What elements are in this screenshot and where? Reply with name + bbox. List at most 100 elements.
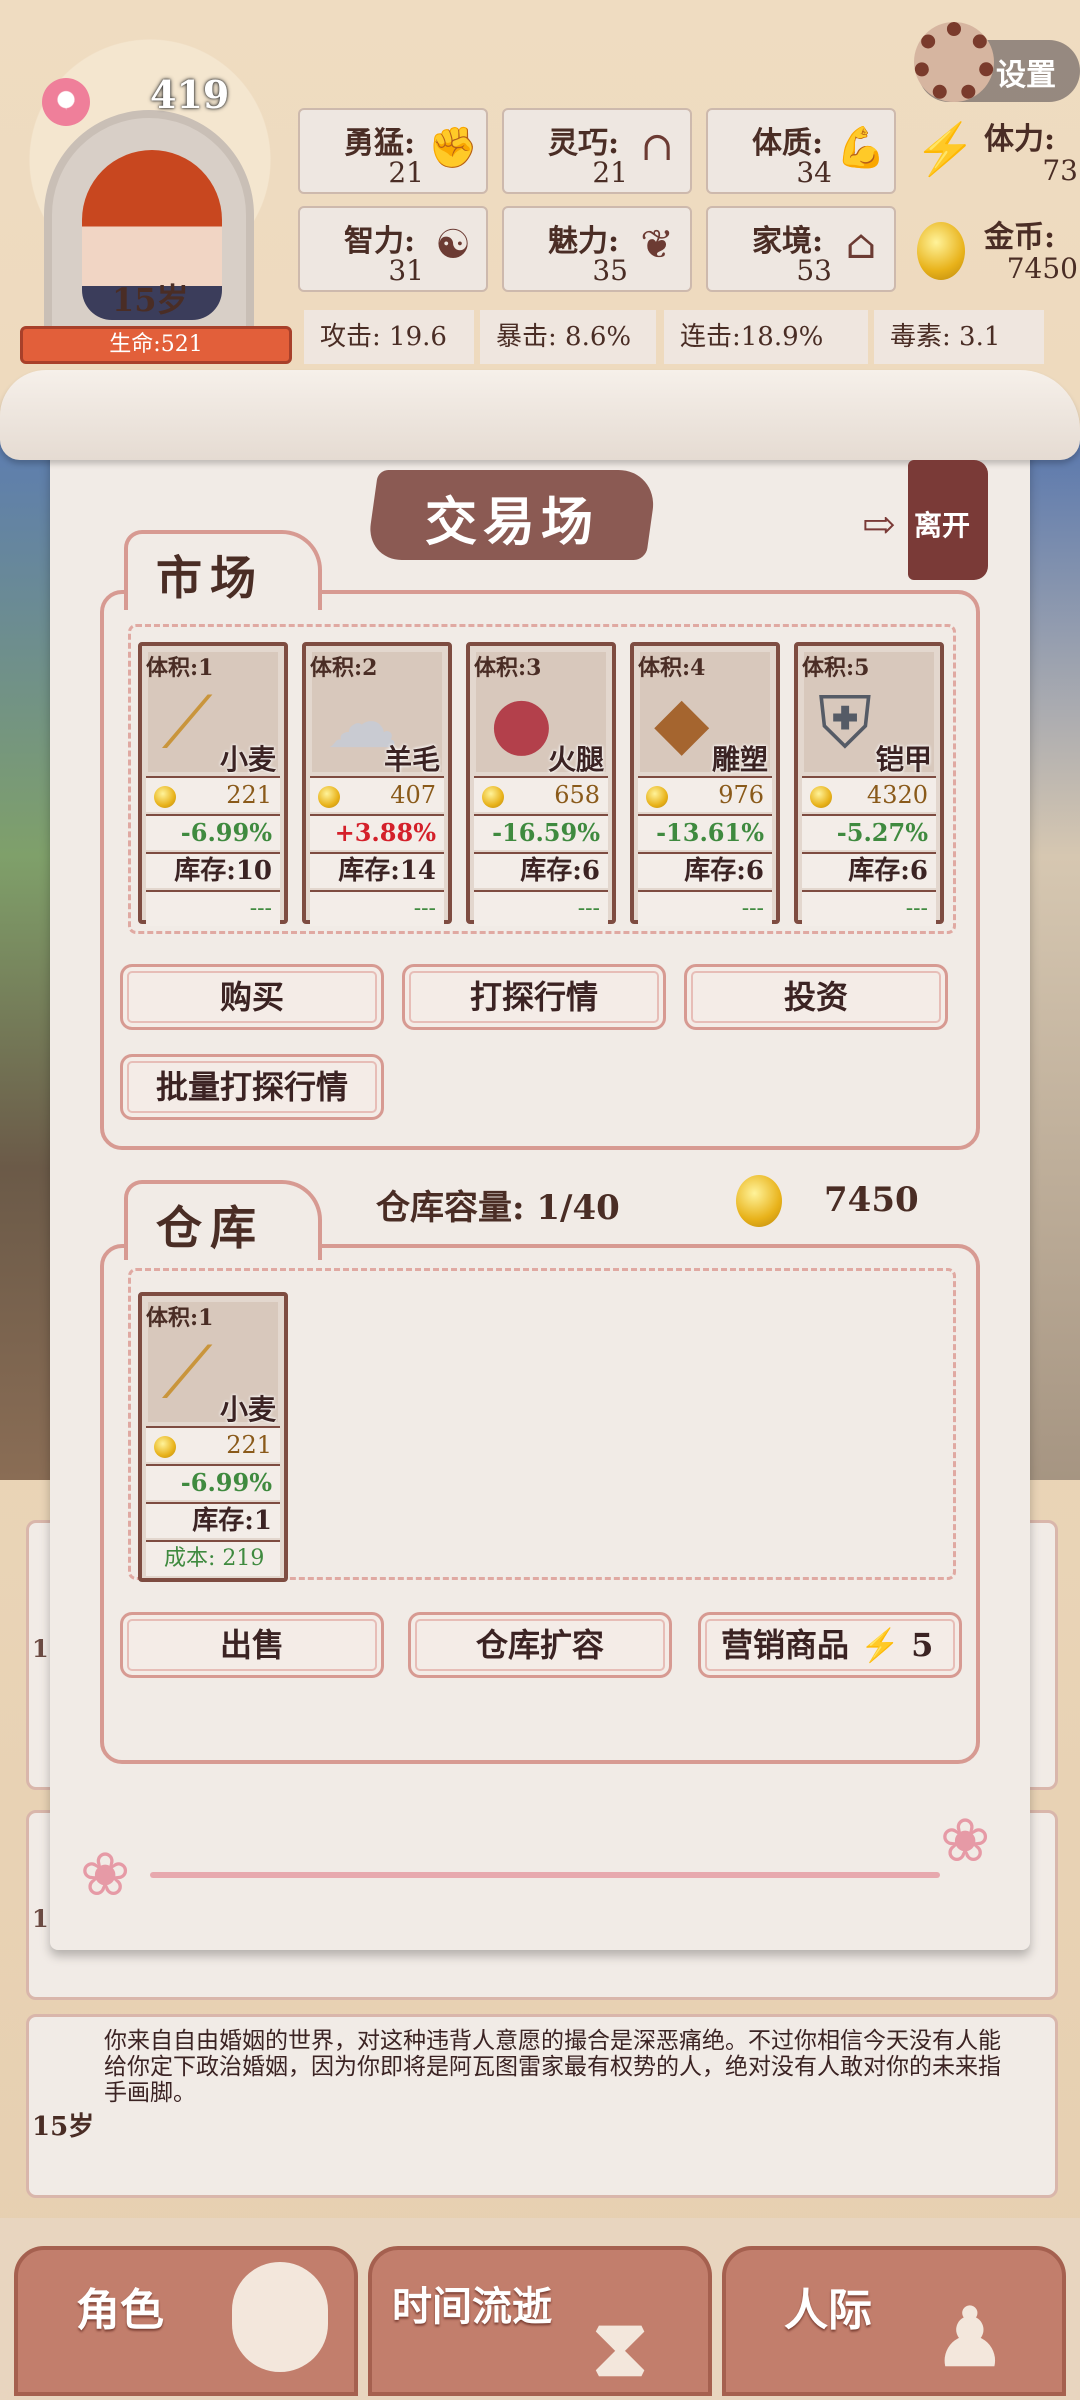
price-value: 221 (226, 781, 272, 809)
expand-warehouse-button[interactable]: 仓库扩容 (408, 1612, 672, 1678)
gold-display[interactable]: 金币: 7450 (908, 206, 1078, 292)
item-volume: 体积:4 (638, 655, 706, 681)
lotus-icon: ❦ (640, 222, 674, 268)
item-volume: 体积:1 (146, 655, 214, 681)
item-stock: 库存:14 (310, 852, 444, 888)
stat-value: 34 (796, 156, 832, 189)
warehouse-tab: 仓库 (124, 1180, 322, 1260)
page-title: 交易场 (424, 492, 599, 553)
settings-label[interactable]: 设置 (996, 50, 1056, 94)
stat-agility[interactable]: 灵巧: 21 ∩ (502, 108, 692, 194)
item-extra: --- (802, 890, 936, 926)
event-log-age: 15岁 (32, 2112, 95, 2142)
marketing-label: 营销商品 (721, 1626, 850, 1664)
combat-combo: 连击:18.9% (664, 310, 868, 364)
stat-intelligence[interactable]: 智力: 31 ☯ (298, 206, 488, 292)
sell-button[interactable]: 出售 (120, 1612, 384, 1678)
hourglass-icon: ⧗ (592, 2300, 649, 2394)
gold-coin-icon (482, 786, 504, 808)
flower-ornament-icon: ❀ (940, 1806, 991, 1876)
wheat-icon: ⟋ (162, 1330, 213, 1414)
buy-button[interactable]: 购买 (120, 964, 384, 1030)
arrow-right-icon: ⇨ (862, 502, 896, 548)
stamina-value: 73 (1042, 154, 1078, 187)
item-extra: --- (310, 890, 444, 926)
exp-value: 419 (150, 72, 230, 117)
item-price: 221 (146, 1426, 280, 1462)
price-value: 658 (554, 781, 600, 809)
ham-icon: ● (490, 680, 553, 764)
leave-label[interactable]: 离开 (914, 504, 970, 544)
item-price: 658 (474, 776, 608, 812)
gold-coin-icon (914, 218, 968, 282)
combat-label: 攻击: (320, 322, 381, 352)
scout-market-button[interactable]: 打探行情 (402, 964, 666, 1030)
stat-constitution[interactable]: 体质: 34 💪 (706, 108, 896, 194)
stat-charm[interactable]: 魅力: 35 ❦ (502, 206, 692, 292)
item-name: 火腿 (547, 743, 604, 776)
warehouse-gold: 7450 (824, 1180, 919, 1220)
combat-attack: 攻击: 19.6 (304, 310, 474, 364)
character-icon (232, 2262, 328, 2372)
people-icon: ♟ (934, 2290, 1006, 2384)
item-cost: 成本: 219 (146, 1540, 280, 1576)
combat-label: 连击: (680, 322, 741, 352)
price-value: 976 (718, 781, 764, 809)
gold-coin-icon (736, 1175, 782, 1227)
item-stock: 库存:6 (638, 852, 772, 888)
house-hand-icon: ⌂ (845, 222, 877, 268)
market-item-ham[interactable]: ● 体积:3 火腿 658 -16.59% 库存:6 --- (466, 642, 616, 926)
market-item-wool[interactable]: ☁ 体积:2 羊毛 407 +3.88% 库存:14 --- (302, 642, 452, 926)
gold-value: 7450 (1006, 252, 1078, 285)
combat-poison: 毒素: 3.1 (874, 310, 1044, 364)
nav-time-label[interactable]: 时间流逝 (392, 2274, 552, 2332)
wheat-icon: ⟋ (162, 680, 213, 764)
marketing-cost: 5 (911, 1626, 934, 1664)
warehouse-capacity: 仓库容量: 1/40 (376, 1188, 620, 1228)
armor-icon: ⛨ (818, 680, 873, 764)
item-stock: 库存:10 (146, 852, 280, 888)
price-value: 407 (390, 781, 436, 809)
item-name: 小麦 (219, 1393, 276, 1426)
item-change: -13.61% (638, 814, 772, 850)
stamina-label: 体力: (984, 122, 1056, 157)
stat-family[interactable]: 家境: 53 ⌂ (706, 206, 896, 292)
nav-character-label[interactable]: 角色 (76, 2274, 164, 2338)
fist-icon: ✊ (428, 125, 478, 171)
gold-coin-icon (154, 786, 176, 808)
marketing-button[interactable]: 营销商品 ⚡ 5 (698, 1612, 962, 1678)
item-price: 221 (146, 776, 280, 812)
cloak-icon: ∩ (640, 124, 674, 170)
invest-button[interactable]: 投资 (684, 964, 948, 1030)
combat-label: 毒素: (890, 322, 951, 352)
warehouse-item-wheat[interactable]: ⟋ 体积:1 小麦 221 -6.99% 库存:1 成本: 219 (138, 1292, 288, 1582)
batch-scout-button[interactable]: 批量打探行情 (120, 1054, 384, 1120)
item-name: 小麦 (219, 743, 276, 776)
item-name: 铠甲 (875, 743, 932, 776)
gear-icon[interactable] (914, 22, 994, 102)
hp-bar: 生命:521 (20, 326, 292, 364)
nav-social-button[interactable] (722, 2246, 1066, 2396)
stat-bravery[interactable]: 勇猛: 21 ✊ (298, 108, 488, 194)
stamina-display[interactable]: ⚡ 体力: 73 (908, 108, 1078, 194)
combat-value: 19.6 (389, 322, 447, 352)
market-item-sculpture[interactable]: ◆ 体积:4 雕塑 976 -13.61% 库存:6 --- (630, 642, 780, 926)
gold-coin-icon (318, 786, 340, 808)
item-price: 976 (638, 776, 772, 812)
gold-label: 金币: (984, 220, 1056, 255)
gold-coin-icon (810, 786, 832, 808)
item-price: 4320 (802, 776, 936, 812)
combat-value: 18.9% (740, 322, 824, 352)
item-stock: 库存:6 (474, 852, 608, 888)
gold-coin-icon (154, 1436, 176, 1458)
item-extra: --- (474, 890, 608, 926)
item-name: 羊毛 (383, 743, 440, 776)
nav-social-label[interactable]: 人际 (784, 2274, 872, 2338)
gold-coin-icon (646, 786, 668, 808)
event-log-text: 你来自自由婚姻的世界，对这种违背人意愿的撮合是深恶痛绝。不过你相信今天没有人能给… (104, 2028, 1001, 2106)
market-item-wheat[interactable]: ⟋ 体积:1 小麦 221 -6.99% 库存:10 --- (138, 642, 288, 926)
combat-value: 3.1 (959, 322, 1001, 352)
sculpture-icon: ◆ (654, 680, 710, 764)
market-item-armor[interactable]: ⛨ 体积:5 铠甲 4320 -5.27% 库存:6 --- (794, 642, 944, 926)
combat-crit: 暴击: 8.6% (480, 310, 656, 364)
